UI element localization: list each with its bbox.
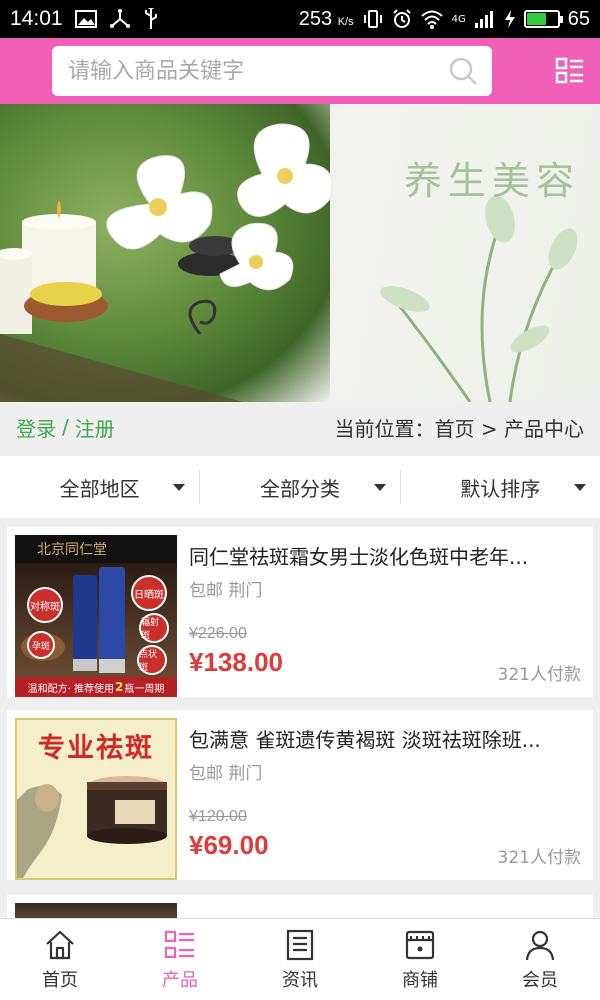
original-price: ¥226.00 (189, 625, 247, 642)
shop-icon (405, 930, 435, 959)
filter-bar: 全部地区 全部分类 默认排序 (0, 456, 600, 518)
nav-shop-label: 商铺 (402, 969, 438, 991)
wifi-icon (420, 10, 443, 29)
sales-count: 321人付款 (497, 848, 581, 868)
product-price: ¥138.00 (189, 647, 283, 677)
search-box[interactable] (52, 46, 492, 96)
product-jar (17, 776, 167, 878)
nav-news-label: 资讯 (282, 969, 318, 991)
thumb-badge: 辐射斑 (139, 613, 169, 643)
thumb-badge: 对称斑 (27, 587, 63, 623)
nav-products[interactable]: 产品 (120, 919, 240, 1000)
product-image[interactable]: 专业祛斑 (15, 718, 177, 880)
network-speed: 253 K/s (298, 7, 354, 30)
thumb-badge: 日晒斑 (131, 575, 167, 611)
product-image[interactable]: 北京同仁堂 对称斑 日晒斑 辐射斑 孕斑 点状斑 温和配方 · 推荐使用 2 瓶一周期 (15, 535, 177, 697)
product-card[interactable]: 北京同仁堂 对称斑 日晒斑 辐射斑 孕斑 点状斑 温和配方 · 推荐使用 2 瓶一周期… (7, 527, 593, 697)
search-icon[interactable] (448, 56, 478, 86)
status-time: 14:01 (10, 7, 63, 30)
image-icon (74, 10, 97, 28)
dropdown-arrow-icon (373, 484, 386, 491)
banner-title: 养生美容 (403, 159, 580, 203)
grid-menu-icon (555, 57, 583, 84)
search-input[interactable] (68, 58, 448, 84)
thumb-badge: 孕斑 (27, 631, 55, 659)
grid-menu-button[interactable] (554, 55, 586, 87)
product-list-icon (164, 930, 194, 958)
product-title[interactable]: 同仁堂祛斑霜女男士淡化色斑中老年... (189, 541, 581, 570)
nav-shop[interactable]: 商铺 (360, 919, 480, 1000)
user-icon (525, 930, 555, 960)
banner-illustration (0, 123, 578, 402)
bottom-nav: 首页 产品 资讯 商铺 会员 (0, 918, 600, 1000)
sales-count: 321人付款 (497, 665, 581, 685)
nav-member[interactable]: 会员 (480, 919, 600, 1000)
news-icon (286, 929, 314, 960)
product-info: 同仁堂祛斑霜女男士淡化色斑中老年... 包邮 荆门 ¥226.00 ¥138.0… (177, 535, 589, 689)
alarm-icon (392, 9, 411, 28)
product-tags: 包邮 荆门 (189, 581, 263, 601)
product-info: 包满意 雀斑遗传黄褐斑 淡斑祛斑除班... 包邮 荆门 ¥120.00 ¥69.… (177, 718, 589, 872)
thumb-footer: 温和配方 · 推荐使用 2 瓶一周期 (15, 677, 177, 697)
filter-region[interactable]: 全部地区 (0, 470, 199, 504)
product-card[interactable]: 专业祛斑 包满意 雀斑遗传黄褐斑 淡斑祛斑除班... 包邮 荆门 ¥120.00… (7, 710, 593, 880)
thumb-badge: 点状斑 (137, 645, 167, 675)
product-price: ¥69.00 (189, 830, 269, 860)
nav-products-label: 产品 (162, 969, 198, 991)
header (0, 38, 600, 104)
usb-share-icon (109, 9, 130, 28)
login-separator: / (62, 415, 69, 439)
nav-member-label: 会员 (522, 969, 558, 991)
filter-sort[interactable]: 默认排序 (399, 470, 600, 504)
battery-percent: 65 (567, 7, 590, 30)
original-price: ¥120.00 (189, 808, 247, 825)
signal-icon (474, 11, 493, 28)
battery-icon (523, 10, 563, 28)
register-link[interactable]: 注册 (75, 413, 115, 442)
network-type: 4G (451, 13, 466, 25)
usb-icon (144, 8, 157, 29)
breadcrumb: 当前位置：首页 > 产品中心 (334, 416, 584, 441)
filter-sort-label: 默认排序 (460, 476, 541, 501)
dropdown-arrow-icon (573, 484, 586, 491)
dropdown-arrow-icon (173, 484, 186, 491)
charging-icon (504, 10, 515, 28)
nav-home-label: 首页 (42, 969, 78, 991)
nav-news[interactable]: 资讯 (240, 919, 360, 1000)
product-title[interactable]: 包满意 雀斑遗传黄褐斑 淡斑祛斑除班... (189, 724, 581, 753)
status-bar: 14:01 253 K/s 4G 65 (0, 0, 600, 38)
product-tags: 包邮 荆门 (189, 764, 263, 784)
filter-region-label: 全部地区 (59, 476, 140, 501)
filter-category-label: 全部分类 (259, 476, 340, 501)
vibrate-icon (363, 10, 382, 28)
home-icon (46, 930, 74, 959)
nav-home[interactable]: 首页 (0, 919, 120, 1000)
promo-banner[interactable]: 养生美容 (0, 104, 600, 402)
login-link[interactable]: 登录 (16, 413, 56, 442)
login-location-bar: 登录 / 注册 当前位置：首页 > 产品中心 (0, 402, 600, 452)
filter-category[interactable]: 全部分类 (199, 470, 399, 504)
